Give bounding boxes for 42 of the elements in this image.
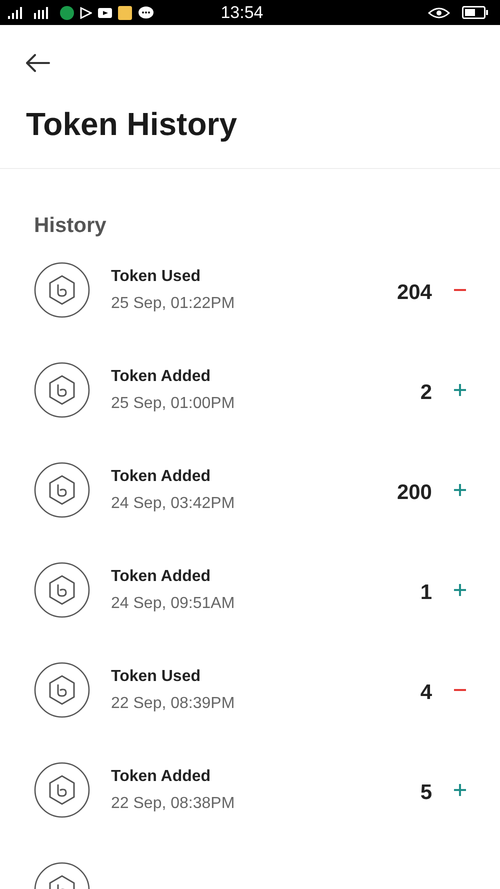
minus-icon	[454, 289, 466, 291]
token-amount: 2	[420, 380, 432, 406]
plus-icon	[454, 784, 466, 796]
transaction-title: Token Added	[111, 767, 212, 787]
transaction-date: 25 Sep, 01:22PM	[111, 294, 236, 314]
transaction-title: Token Added	[111, 367, 212, 387]
battery-icon	[462, 6, 488, 19]
play-icon	[80, 6, 92, 18]
app-icon	[60, 6, 74, 20]
transaction-title: Token Used	[111, 667, 202, 687]
page-title: Token History	[26, 108, 238, 140]
transaction-date: 25 Sep, 01:00PM	[111, 394, 236, 414]
token-icon	[34, 262, 90, 318]
token-amount: 4	[420, 680, 432, 706]
token-icon	[34, 362, 90, 418]
transaction-date: 22 Sep, 08:39PM	[111, 694, 236, 714]
eye-icon	[428, 6, 450, 18]
transaction-date: 22 Sep, 08:38PM	[111, 794, 236, 814]
app-icon	[118, 6, 132, 20]
token-amount: 204	[396, 280, 432, 306]
token-icon	[34, 762, 90, 818]
token-icon	[34, 462, 90, 518]
back-button[interactable]	[26, 52, 52, 74]
video-icon	[98, 8, 112, 18]
transaction-title: Token Added	[111, 467, 212, 487]
token-icon	[34, 662, 90, 718]
chat-icon	[138, 6, 154, 20]
transaction-title: Token Added	[111, 567, 212, 587]
token-icon	[34, 562, 90, 618]
minus-icon	[454, 689, 466, 691]
back-arrow-icon	[26, 54, 50, 72]
transaction-title: Token Used	[111, 267, 202, 287]
token-amount: 5	[420, 780, 432, 806]
token-amount: 1	[420, 580, 432, 606]
plus-icon	[454, 484, 466, 496]
plus-icon	[454, 584, 466, 596]
transaction-date: 24 Sep, 09:51AM	[111, 594, 236, 614]
transaction-date: 24 Sep, 03:42PM	[111, 494, 236, 514]
token-amount: 200	[396, 480, 432, 506]
section-title: History	[34, 215, 108, 236]
plus-icon	[454, 384, 466, 396]
status-time: 13:54	[220, 2, 264, 24]
